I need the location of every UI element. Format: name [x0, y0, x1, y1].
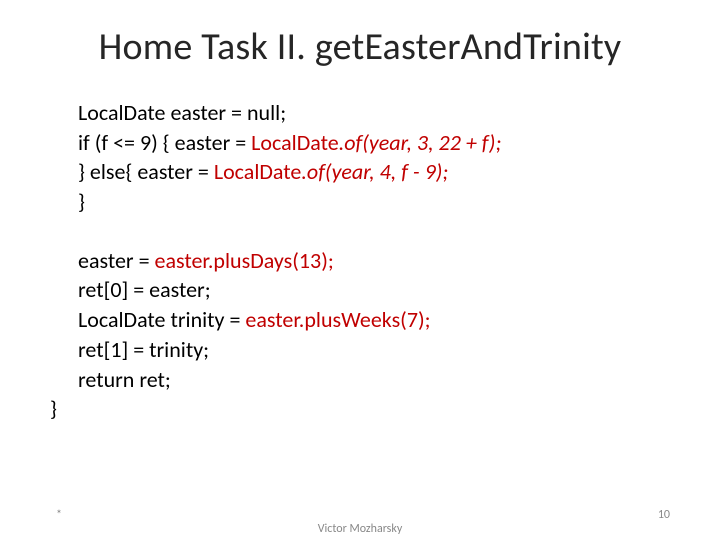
code-red-italic: of(year, 4, f - 9);: [307, 158, 448, 185]
code-text: if (f <= 9) { easter =: [78, 129, 251, 156]
slide-title: Home Task II. getEasterAndTrinity: [50, 24, 670, 70]
code-block: LocalDate easter = null; if (f <= 9) { e…: [78, 98, 670, 424]
code-line: ret[1] = trinity;: [78, 335, 670, 365]
code-red: easter.plusWeeks(7);: [245, 306, 430, 333]
code-line: ret[0] = easter;: [78, 275, 670, 305]
footer-author: Victor Mozharsky: [0, 522, 720, 536]
code-line: }: [78, 187, 670, 217]
code-red: easter.plusDays(13);: [155, 247, 334, 274]
code-text: LocalDate trinity =: [78, 306, 245, 333]
code-red-italic: of(year, 3, 22 + f);: [344, 129, 501, 156]
blank-line: [78, 217, 670, 246]
code-line: } else{ easter = LocalDate.of(year, 4, f…: [78, 157, 670, 187]
code-red: LocalDate: [251, 129, 339, 156]
code-line: LocalDate trinity = easter.plusWeeks(7);: [78, 305, 670, 335]
code-red: LocalDate: [214, 158, 302, 185]
code-line: }: [50, 394, 670, 424]
code-line: easter = easter.plusDays(13);: [78, 246, 670, 276]
code-text: easter =: [78, 247, 155, 274]
code-line: return ret;: [78, 365, 670, 395]
footer-bullet: *: [56, 508, 62, 522]
footer-page: 10: [658, 508, 670, 522]
slide: Home Task II. getEasterAndTrinity LocalD…: [0, 0, 720, 540]
code-text: } else{ easter =: [78, 158, 214, 185]
code-line: LocalDate easter = null;: [78, 98, 670, 128]
code-line: if (f <= 9) { easter = LocalDate.of(year…: [78, 128, 670, 158]
